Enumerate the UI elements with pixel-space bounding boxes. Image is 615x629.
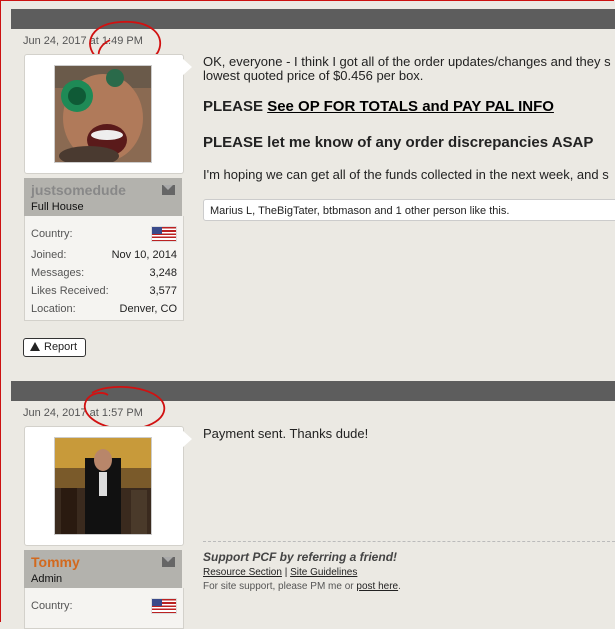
- username[interactable]: justsomedude: [31, 182, 126, 198]
- warning-icon: [30, 342, 40, 351]
- post-here-link[interactable]: post here: [356, 581, 398, 592]
- op-totals-link[interactable]: See OP FOR TOTALS and PAY PAL INFO: [267, 98, 554, 115]
- report-button[interactable]: Report: [23, 338, 87, 357]
- post-header-bar: [11, 381, 615, 401]
- likes-summary[interactable]: Marius L, TheBigTater, btbmason and 1 ot…: [203, 199, 615, 221]
- message-heading: PLEASE See OP FOR TOTALS and PAY PAL INF…: [203, 98, 554, 115]
- post-date[interactable]: Jun 24, 2017 at 1:49 PM: [23, 35, 143, 47]
- likes-label: Likes Received:: [31, 285, 109, 297]
- site-guidelines-link[interactable]: Site Guidelines: [290, 567, 357, 578]
- joined-value: Nov 10, 2014: [111, 249, 177, 261]
- link-separator: |: [284, 567, 288, 578]
- location-value[interactable]: Denver, CO: [120, 303, 177, 315]
- user-title: Full House: [31, 201, 84, 213]
- report-label: Report: [44, 341, 78, 353]
- user-title: Admin: [31, 573, 63, 585]
- signature-support: For site support, please PM me or post h…: [203, 581, 401, 592]
- heading-prefix: PLEASE: [203, 98, 268, 115]
- speech-arrow: [182, 58, 192, 76]
- signature-divider: [203, 541, 615, 542]
- support-suffix: .: [398, 581, 401, 592]
- message-line: OK, everyone - I think I got all of the …: [203, 54, 611, 69]
- envelope-icon[interactable]: [162, 185, 175, 195]
- envelope-icon[interactable]: [162, 557, 175, 567]
- us-flag-icon: [151, 226, 177, 242]
- message-heading: PLEASE let me know of any order discrepa…: [203, 134, 594, 151]
- country-label: Country:: [31, 228, 73, 240]
- location-label: Location:: [31, 303, 76, 315]
- avatar[interactable]: [54, 65, 152, 163]
- support-text: For site support, please PM me or: [203, 581, 354, 592]
- post-header-bar: [11, 9, 615, 29]
- post-date[interactable]: Jun 24, 2017 at 1:57 PM: [23, 407, 143, 419]
- message-line: Payment sent. Thanks dude!: [203, 426, 369, 441]
- likes-value: 3,577: [149, 285, 177, 297]
- speech-arrow: [182, 430, 192, 448]
- joined-label: Joined:: [31, 249, 67, 261]
- avatar[interactable]: [54, 437, 152, 535]
- country-label: Country:: [31, 600, 73, 612]
- user-namebar: Tommy Admin: [24, 550, 182, 588]
- messages-label: Messages:: [31, 267, 85, 279]
- resource-section-link[interactable]: Resource Section: [203, 567, 282, 578]
- username[interactable]: Tommy: [31, 554, 80, 570]
- messages-value[interactable]: 3,248: [149, 267, 177, 279]
- message-line: lowest quoted price of $0.456 per box.: [203, 68, 424, 83]
- user-stats: Country: Joined: Nov 10, 2014 Messages: 3,…: [24, 216, 184, 321]
- message-line: I'm hoping we can get all of the funds c…: [203, 167, 609, 182]
- signature-text: Support PCF by referring a friend!: [203, 550, 398, 564]
- us-flag-icon: [151, 598, 177, 614]
- user-namebar: justsomedude Full House: [24, 178, 182, 216]
- signature-links: Resource Section | Site Guidelines: [203, 567, 357, 578]
